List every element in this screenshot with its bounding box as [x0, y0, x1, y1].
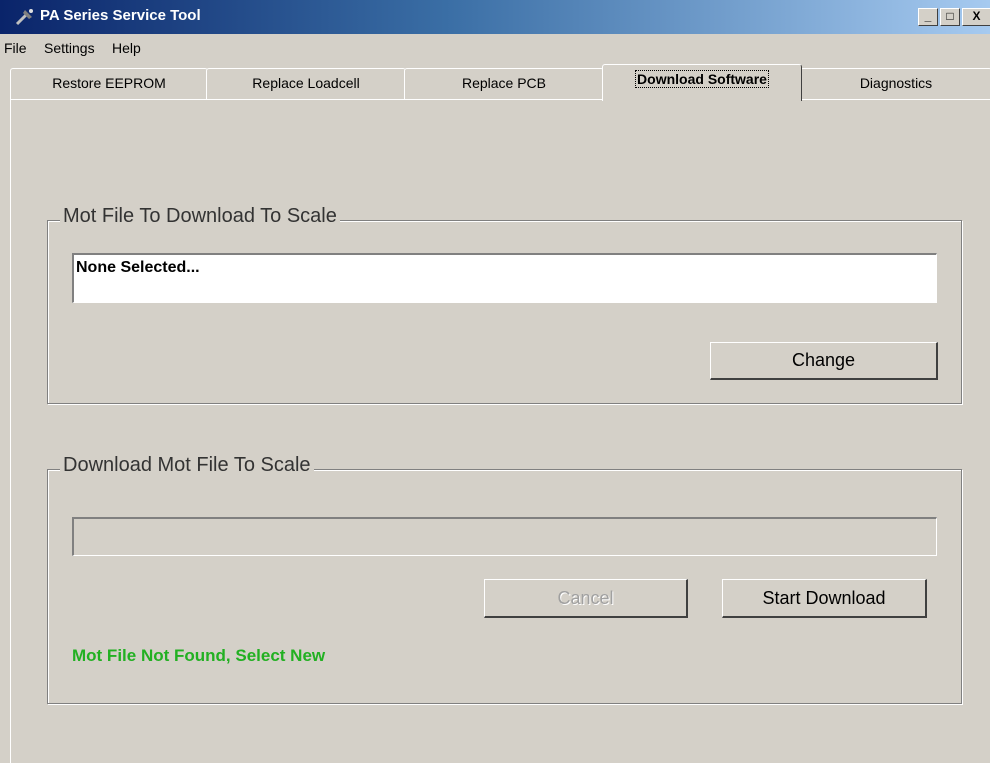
minimize-button[interactable]: _: [918, 8, 938, 26]
start-download-button[interactable]: Start Download: [722, 579, 927, 618]
tab-restore-eeprom[interactable]: Restore EEPROM: [10, 68, 208, 99]
menu-settings[interactable]: Settings: [44, 40, 95, 56]
tab-replace-loadcell[interactable]: Replace Loadcell: [206, 68, 406, 99]
change-button[interactable]: Change: [710, 342, 938, 380]
menu-bar: File Settings Help: [0, 36, 990, 60]
status-message: Mot File Not Found, Select New: [72, 646, 326, 665]
tab-label: Diagnostics: [859, 75, 933, 91]
app-tool-icon: [15, 9, 33, 26]
window-title: PA Series Service Tool: [40, 7, 201, 24]
mot-file-field[interactable]: None Selected...: [72, 253, 937, 303]
menu-file[interactable]: File: [4, 40, 27, 56]
close-button[interactable]: X: [962, 8, 990, 26]
tab-label: Replace Loadcell: [252, 75, 360, 91]
maximize-button[interactable]: □: [940, 8, 960, 26]
tab-label: Download Software: [635, 70, 769, 88]
tab-replace-pcb[interactable]: Replace PCB: [404, 68, 604, 99]
mot-file-group-title: Mot File To Download To Scale: [60, 205, 340, 228]
tab-download-software[interactable]: Download Software: [602, 64, 802, 101]
download-progress-bar: [72, 517, 937, 556]
tab-diagnostics[interactable]: Diagnostics: [800, 68, 990, 99]
cancel-button[interactable]: Cancel: [484, 579, 688, 618]
download-group-title: Download Mot File To Scale: [60, 454, 314, 477]
title-bar[interactable]: PA Series Service Tool _ □ X: [0, 0, 990, 34]
tab-strip: Restore EEPROM Replace Loadcell Replace …: [0, 64, 990, 101]
menu-help[interactable]: Help: [112, 40, 141, 56]
tab-label: Replace PCB: [461, 75, 547, 91]
tab-label: Restore EEPROM: [52, 75, 166, 91]
